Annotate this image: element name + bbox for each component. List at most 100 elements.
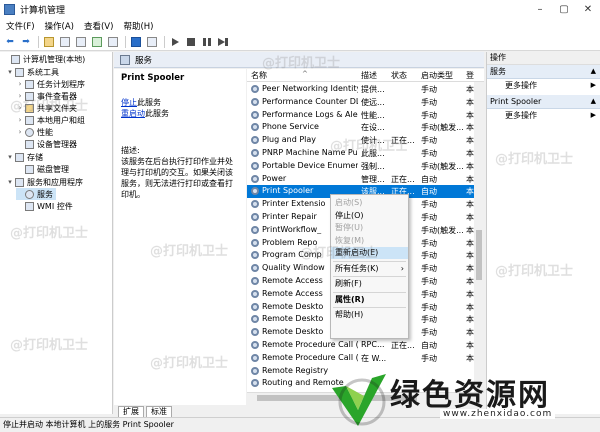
table-row[interactable]: Plug and Play 使计... 正在... 手动本	[247, 134, 484, 147]
selected-service-title: Print Spooler	[121, 73, 185, 83]
export-list-icon[interactable]	[106, 35, 120, 49]
table-row[interactable]: Portable Device Enumera...强制...手动(触发...本	[247, 160, 484, 173]
service-gear-icon	[251, 174, 259, 183]
context-menu-item[interactable]: 重新启动(E)	[331, 247, 408, 259]
console-icon[interactable]	[145, 35, 159, 49]
refresh-icon[interactable]	[90, 35, 104, 49]
menu-help[interactable]: 帮助(H)	[123, 20, 153, 32]
column-status[interactable]: 状态	[391, 70, 407, 81]
disk-icon	[25, 164, 34, 174]
tree-item-wmi-control[interactable]: WMI 控件	[16, 200, 73, 212]
tree-item-device-manager[interactable]: 设备管理器	[16, 138, 77, 150]
table-row[interactable]: Peer Networking Identity... 提供... 手动本	[247, 83, 484, 96]
column-description[interactable]: 描述	[361, 70, 377, 81]
services-apps-icon	[15, 177, 24, 187]
tree-item-task-scheduler[interactable]: › 任务计划程序	[16, 78, 85, 90]
vertical-scrollbar[interactable]	[474, 82, 484, 392]
service-name: Peer Networking Identity...	[262, 84, 358, 93]
context-menu-item[interactable]: 刷新(F)	[331, 278, 408, 290]
table-row[interactable]: Phone Service 在设... 手动(触发... 本	[247, 121, 484, 134]
folder-up-icon[interactable]	[42, 35, 56, 49]
column-startup-type[interactable]: 启动类型	[421, 70, 453, 81]
more-actions-print-spooler[interactable]: 更多操作 ▶	[487, 109, 600, 123]
service-startup-type: 手动	[421, 328, 437, 338]
submenu-arrow-icon: ›	[400, 263, 404, 273]
actions-pane: 操作 服务 ▲ 更多操作 ▶ Print Spooler ▲ 更多操作 ▶	[486, 52, 600, 414]
performance-icon	[25, 127, 34, 137]
context-menu-item: 暂停(U)	[331, 222, 408, 234]
forward-icon[interactable]: ➡	[19, 35, 33, 49]
table-row[interactable]: Performance Counter DL... 使远... 手动本	[247, 96, 484, 109]
collapse-icon[interactable]: ▲	[591, 65, 596, 78]
stop-service-icon[interactable]	[184, 35, 198, 49]
collapse-icon[interactable]: ▲	[591, 95, 596, 108]
tree-item-services-and-apps[interactable]: ▾ 服务和应用程序	[6, 176, 83, 188]
table-row[interactable]: Remote Procedure Call (... RPC... 正在... 自动本	[247, 339, 484, 352]
tab-extended[interactable]: 扩展	[118, 406, 144, 417]
tree-expander[interactable]: ›	[16, 104, 24, 112]
context-menu-item[interactable]: 属性(R)	[331, 294, 408, 306]
tree-expander[interactable]: ›	[16, 128, 24, 136]
menu-file[interactable]: 文件(F)	[6, 20, 35, 32]
tree-item-services[interactable]: 服务	[16, 188, 56, 200]
context-menu-item[interactable]: 所有任务(K) ›	[331, 263, 408, 275]
show-tree-icon[interactable]	[58, 35, 72, 49]
service-description: 使计...	[361, 136, 385, 146]
service-gear-icon	[251, 315, 259, 324]
menu-item-label: 暂停(U)	[335, 223, 364, 232]
properties-icon[interactable]	[74, 35, 88, 49]
minimize-button[interactable]: –	[528, 0, 552, 18]
column-logon[interactable]: 登	[466, 70, 474, 81]
tree-item-storage[interactable]: ▾ 存储	[6, 151, 43, 163]
actions-section-services[interactable]: 服务 ▲	[487, 65, 600, 79]
service-name: Performance Logs & Aler...	[262, 109, 358, 119]
column-name[interactable]: 名称	[251, 70, 267, 81]
stop-service-link[interactable]: 停止	[121, 98, 137, 107]
tree-expander[interactable]: ›	[16, 116, 24, 124]
start-service-icon[interactable]	[168, 35, 182, 49]
pause-service-icon[interactable]	[200, 35, 214, 49]
tree-item-performance[interactable]: › 性能	[16, 126, 53, 138]
back-icon[interactable]: ⬅	[3, 35, 17, 49]
service-description: 在设...	[361, 123, 385, 133]
service-gear-icon	[251, 353, 259, 362]
tree-expander[interactable]: ▾	[6, 178, 14, 186]
content-header: 服务	[114, 52, 484, 68]
tree-expander[interactable]: ›	[16, 80, 24, 88]
table-row[interactable]: PNRP Machine Name Pu... 此服... 手动本	[247, 147, 484, 160]
tree-item-event-viewer[interactable]: › 事件查看器	[16, 90, 77, 102]
close-button[interactable]: ✕	[576, 0, 600, 18]
menu-view[interactable]: 查看(V)	[84, 20, 113, 32]
scroll-thumb[interactable]	[476, 230, 482, 280]
table-row[interactable]: Power 管理... 正在... 自动本	[247, 173, 484, 186]
more-actions-services[interactable]: 更多操作 ▶	[487, 79, 600, 93]
tree-item-local-users[interactable]: › 本地用户和组	[16, 114, 85, 126]
maximize-button[interactable]: ▢	[552, 0, 576, 18]
menu-action[interactable]: 操作(A)	[45, 20, 74, 32]
tree-expander[interactable]: ▾	[6, 153, 14, 161]
tree-expander[interactable]: ▾	[6, 68, 14, 76]
table-row[interactable]: Performance Logs & Aler... 性能... 手动本	[247, 109, 484, 122]
tree-item-disk-management[interactable]: 磁盘管理	[16, 163, 69, 175]
service-startup-type: 手动(触发...	[421, 161, 464, 171]
table-row[interactable]: Remote Procedure Call (... 在 W... 手动本	[247, 352, 484, 365]
context-menu-item[interactable]: 帮助(H)	[331, 309, 408, 321]
tree-item-computer-management[interactable]: 计算机管理(本地)	[2, 53, 85, 65]
submenu-arrow-icon: ▶	[590, 81, 596, 89]
tree-expander[interactable]: ›	[16, 92, 24, 100]
context-menu-item[interactable]: 停止(O)	[331, 210, 408, 222]
tree-item-system-tools[interactable]: ▾ 系统工具	[6, 66, 59, 78]
restart-service-icon[interactable]	[216, 35, 230, 49]
service-startup-type: 手动	[421, 97, 437, 107]
service-gear-icon	[251, 161, 259, 170]
gear-icon	[25, 189, 34, 199]
service-gear-icon	[251, 341, 259, 349]
menu-bar: 文件(F) 操作(A) 查看(V) 帮助(H)	[0, 18, 600, 33]
service-name: Remote Procedure Call (...	[262, 352, 358, 362]
actions-section-print-spooler[interactable]: Print Spooler ▲	[487, 95, 600, 109]
restart-service-link[interactable]: 重启动	[121, 109, 145, 118]
help-icon[interactable]	[129, 35, 143, 49]
tab-standard[interactable]: 标准	[146, 406, 172, 417]
tree-item-shared-folders[interactable]: › 共享文件夹	[16, 102, 77, 114]
service-description: 管理...	[361, 174, 385, 184]
